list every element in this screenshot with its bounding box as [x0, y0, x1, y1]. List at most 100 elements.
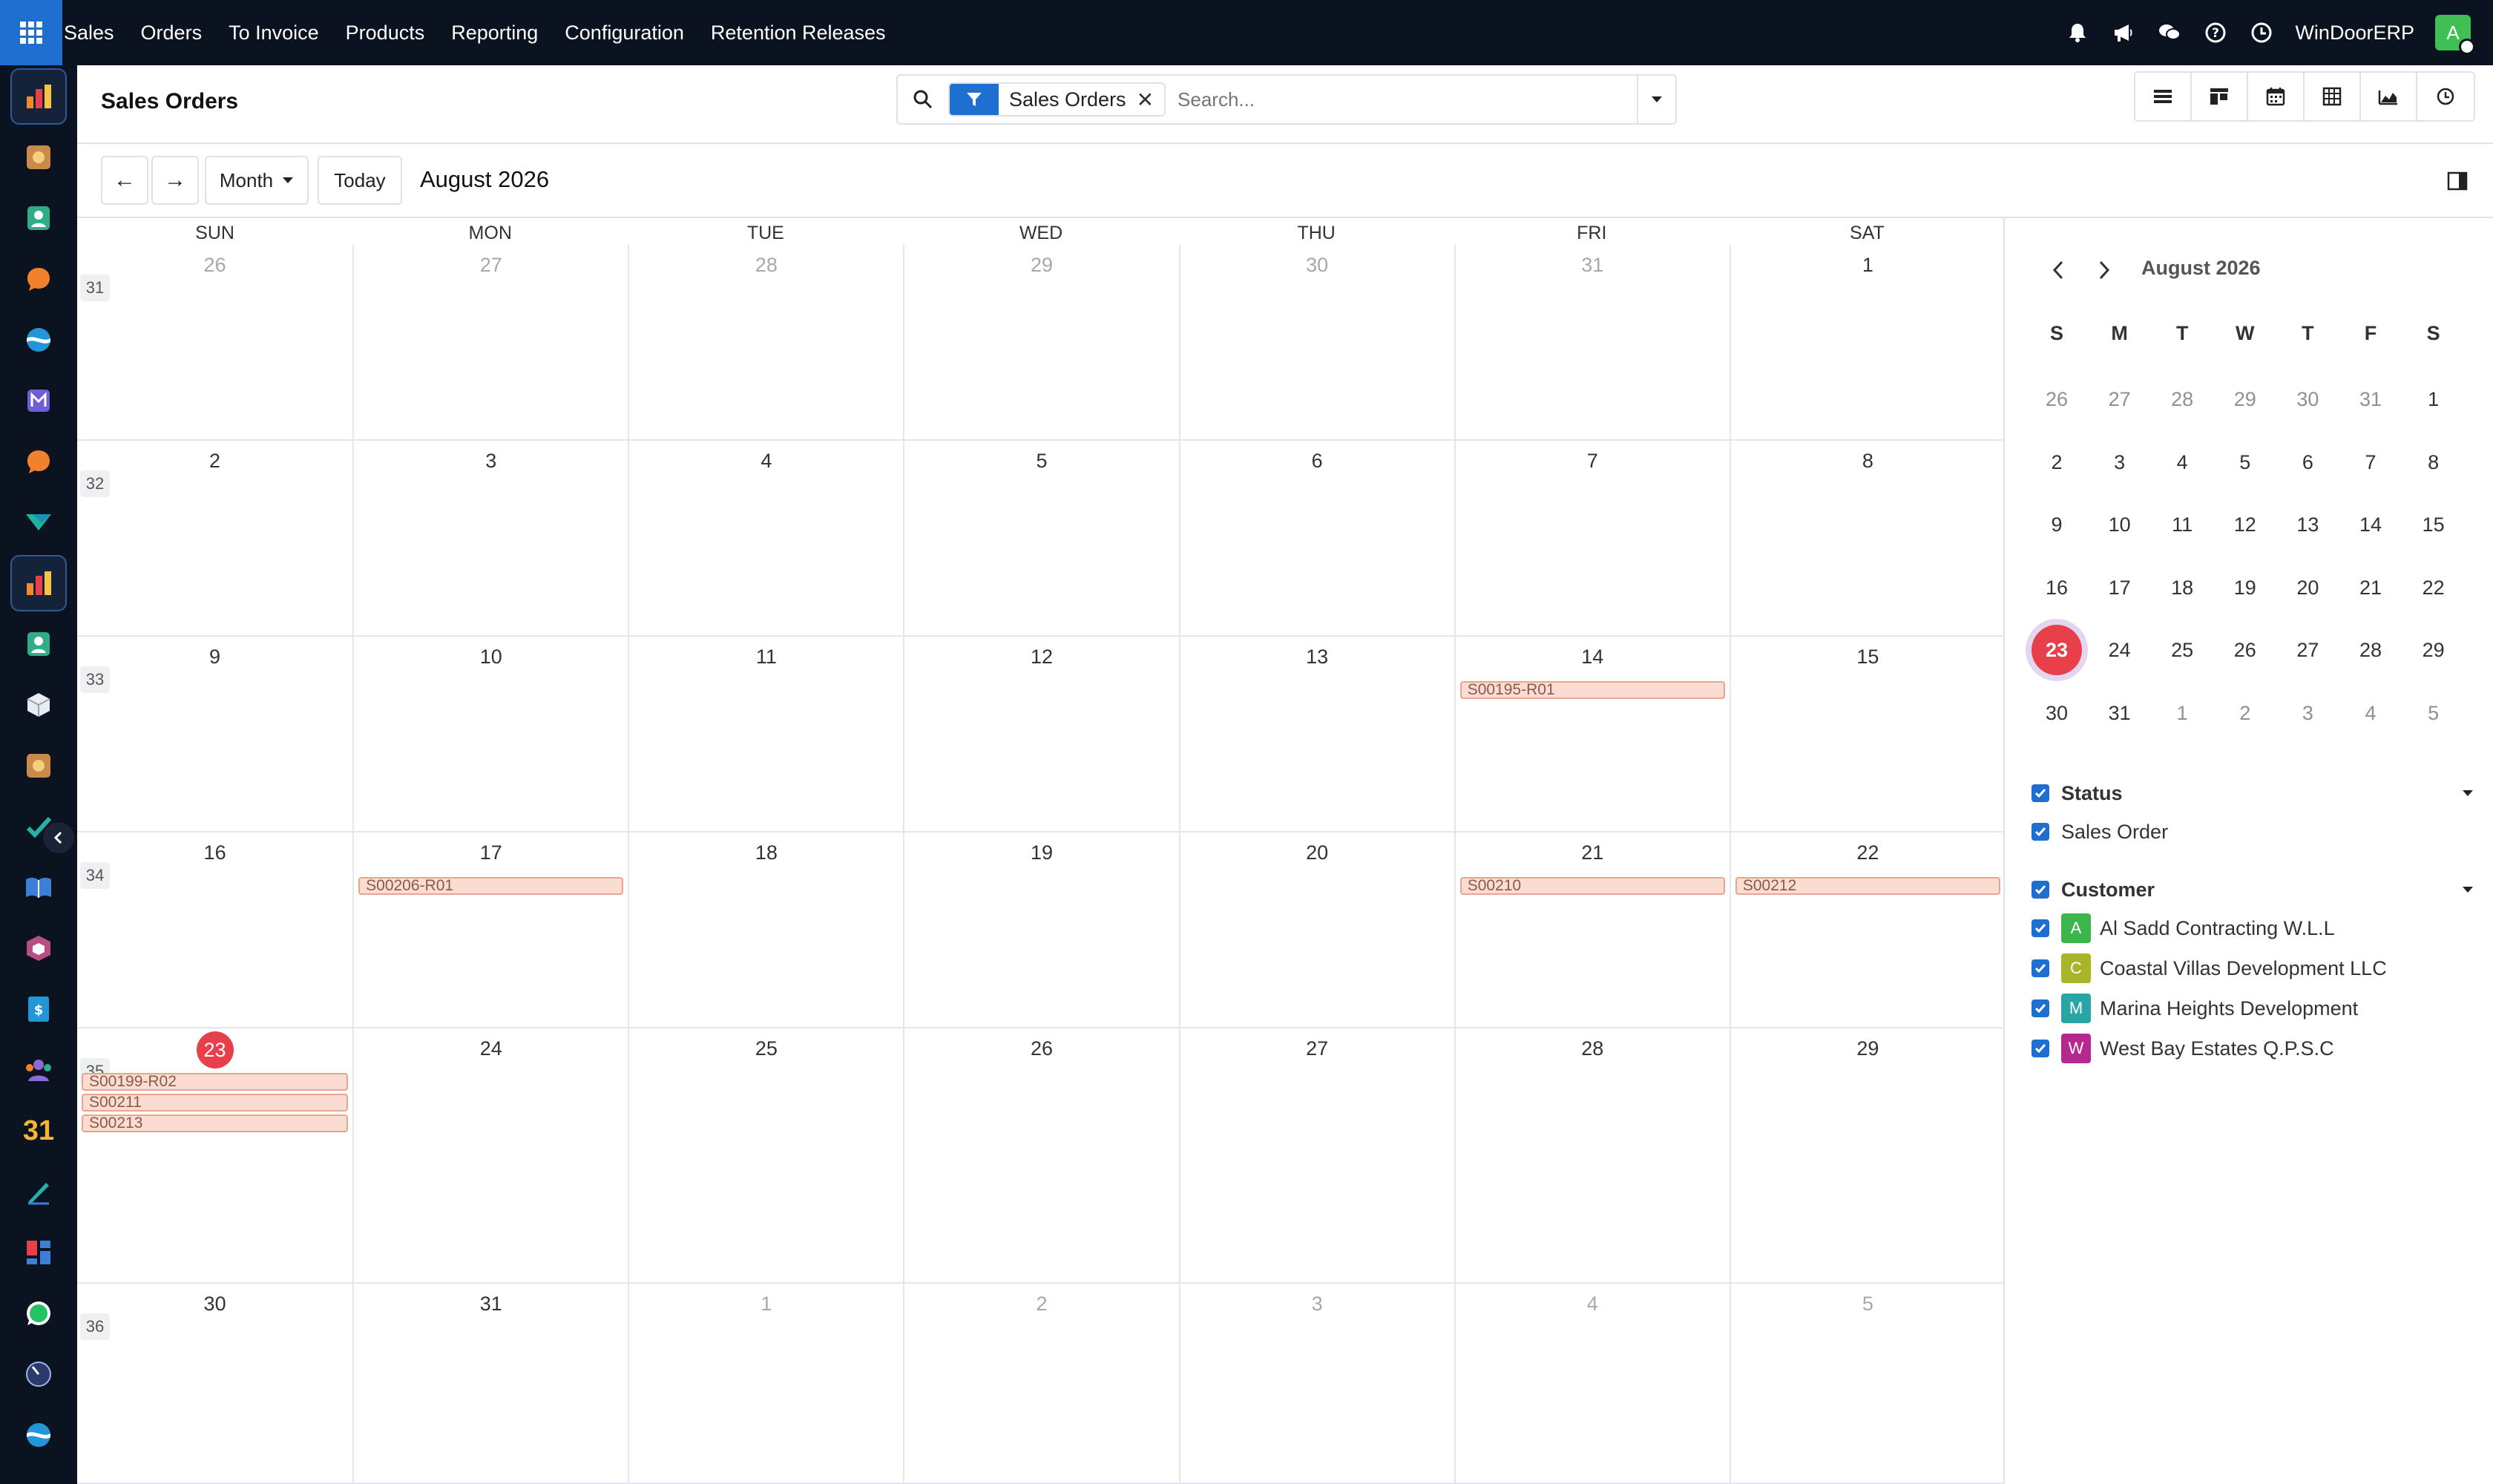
day-cell[interactable]: 16 34: [77, 833, 353, 1028]
sales-app-icon-active[interactable]: [10, 555, 67, 611]
day-cell[interactable]: 28: [628, 245, 904, 441]
app-switcher-button[interactable]: [0, 0, 62, 65]
menu-retention-releases[interactable]: Retention Releases: [697, 22, 899, 45]
mini-day[interactable]: 8: [2402, 431, 2465, 493]
sign-app-icon[interactable]: [10, 1163, 67, 1220]
menu-to-invoice[interactable]: To Invoice: [215, 22, 332, 45]
filter-customer-item[interactable]: C Coastal Villas Development LLC: [2031, 948, 2387, 988]
filter-status-item[interactable]: Sales Order: [2031, 812, 2168, 852]
day-cell[interactable]: 31: [1454, 245, 1730, 441]
packages-app-icon[interactable]: [10, 920, 67, 976]
day-cell[interactable]: 6: [1178, 441, 1454, 637]
day-cell[interactable]: 1: [628, 1284, 904, 1484]
day-cell[interactable]: 7: [1454, 441, 1730, 637]
mini-day[interactable]: 6: [2276, 431, 2339, 493]
day-cell[interactable]: 18: [628, 833, 904, 1028]
mini-day[interactable]: 27: [2276, 619, 2339, 681]
mini-day[interactable]: 20: [2276, 556, 2339, 619]
whatsapp-app-icon[interactable]: [10, 1285, 67, 1342]
mini-day[interactable]: 3: [2276, 682, 2339, 744]
mini-day[interactable]: 11: [2151, 493, 2213, 556]
mini-day[interactable]: 17: [2089, 556, 2151, 619]
mail-app-icon[interactable]: [10, 372, 67, 429]
mini-day[interactable]: 4: [2151, 431, 2213, 493]
discuss-app-icon[interactable]: [10, 251, 67, 307]
mini-day[interactable]: 18: [2151, 556, 2213, 619]
day-cell[interactable]: 29: [1729, 1028, 2005, 1284]
calendar-event[interactable]: S00212: [1735, 877, 2000, 895]
day-cell[interactable]: 11: [628, 637, 904, 833]
crm-app-icon-2[interactable]: [10, 738, 67, 794]
filter-status-header[interactable]: Status: [2031, 775, 2473, 812]
marketing-app-icon[interactable]: [10, 494, 67, 551]
day-cell[interactable]: 26 31: [77, 245, 353, 441]
mini-day[interactable]: 26: [2026, 368, 2088, 430]
mini-day[interactable]: 30: [2026, 682, 2088, 744]
mini-day[interactable]: 26: [2214, 619, 2276, 681]
mini-day[interactable]: 1: [2402, 368, 2465, 430]
check-icon[interactable]: [2031, 1040, 2049, 1057]
menu-sales[interactable]: Sales: [64, 22, 128, 45]
day-cell[interactable]: 12: [903, 637, 1179, 833]
day-cell[interactable]: 14 S00195-R01: [1454, 637, 1730, 833]
facet-remove-button[interactable]: ✕: [1137, 88, 1164, 112]
mini-day[interactable]: 9: [2026, 493, 2088, 556]
mini-day[interactable]: 28: [2151, 368, 2213, 430]
contacts-app-icon-2[interactable]: [10, 616, 67, 672]
mini-day[interactable]: 5: [2402, 682, 2465, 744]
day-cell[interactable]: 27: [352, 245, 628, 441]
day-cell[interactable]: 25: [628, 1028, 904, 1284]
help-icon[interactable]: ?: [2203, 20, 2228, 45]
scale-dropdown[interactable]: Month: [205, 156, 309, 205]
check-icon[interactable]: [2031, 959, 2049, 977]
search-input[interactable]: [1177, 88, 1594, 111]
day-cell[interactable]: 31: [352, 1284, 628, 1484]
day-cell[interactable]: 21 S00210: [1454, 833, 1730, 1028]
mini-day[interactable]: 30: [2276, 368, 2339, 430]
next-button[interactable]: →: [151, 156, 199, 205]
mini-day[interactable]: 2: [2214, 682, 2276, 744]
inventory-app-icon[interactable]: [10, 677, 67, 733]
dashboards-app-icon[interactable]: [10, 1224, 67, 1281]
timesheet-app-icon[interactable]: [10, 1346, 67, 1402]
invoicing-app-icon[interactable]: $: [10, 981, 67, 1037]
day-cell[interactable]: 30 36: [77, 1284, 353, 1484]
pivot-view-icon[interactable]: [2305, 73, 2361, 120]
menu-reporting[interactable]: Reporting: [438, 22, 551, 45]
mini-day[interactable]: 21: [2339, 556, 2402, 619]
mini-day[interactable]: 12: [2214, 493, 2276, 556]
mini-day[interactable]: 14: [2339, 493, 2402, 556]
mini-day[interactable]: 13: [2276, 493, 2339, 556]
calendar-event[interactable]: S00210: [1459, 877, 1725, 895]
livechat-app-icon[interactable]: [10, 433, 67, 490]
day-cell[interactable]: 23 35 S00199-R02 S00211 S00213: [77, 1028, 353, 1284]
day-cell[interactable]: 8: [1729, 441, 2005, 637]
bell-icon[interactable]: [2065, 20, 2090, 45]
mini-day[interactable]: 5: [2214, 431, 2276, 493]
day-cell[interactable]: 19: [903, 833, 1179, 1028]
clock-icon[interactable]: [2249, 20, 2274, 45]
day-cell[interactable]: 24: [352, 1028, 628, 1284]
calendar-event[interactable]: S00211: [82, 1094, 349, 1112]
day-cell[interactable]: 27: [1178, 1028, 1454, 1284]
day-cell[interactable]: 13: [1178, 637, 1454, 833]
mini-day[interactable]: 3: [2089, 431, 2151, 493]
mini-day[interactable]: 31: [2089, 682, 2151, 744]
mini-day[interactable]: 24: [2089, 619, 2151, 681]
mini-day[interactable]: 29: [2214, 368, 2276, 430]
mini-day[interactable]: 25: [2151, 619, 2213, 681]
day-cell[interactable]: 20: [1178, 833, 1454, 1028]
mini-prev-button[interactable]: [2043, 255, 2073, 285]
previous-button[interactable]: ←: [101, 156, 148, 205]
day-cell[interactable]: 4: [628, 441, 904, 637]
company-switcher[interactable]: WinDoorERP: [2295, 22, 2414, 45]
menu-products[interactable]: Products: [332, 22, 439, 45]
project-app-icon-2[interactable]: [10, 1407, 67, 1463]
day-cell[interactable]: 15: [1729, 637, 2005, 833]
list-view-icon[interactable]: [2135, 73, 2192, 120]
search-icon[interactable]: [898, 89, 948, 110]
calendar-event[interactable]: S00195-R01: [1459, 681, 1725, 699]
today-button[interactable]: Today: [318, 156, 402, 205]
menu-orders[interactable]: Orders: [128, 22, 216, 45]
filter-customer-item[interactable]: W West Bay Estates Q.P.S.C: [2031, 1028, 2387, 1068]
